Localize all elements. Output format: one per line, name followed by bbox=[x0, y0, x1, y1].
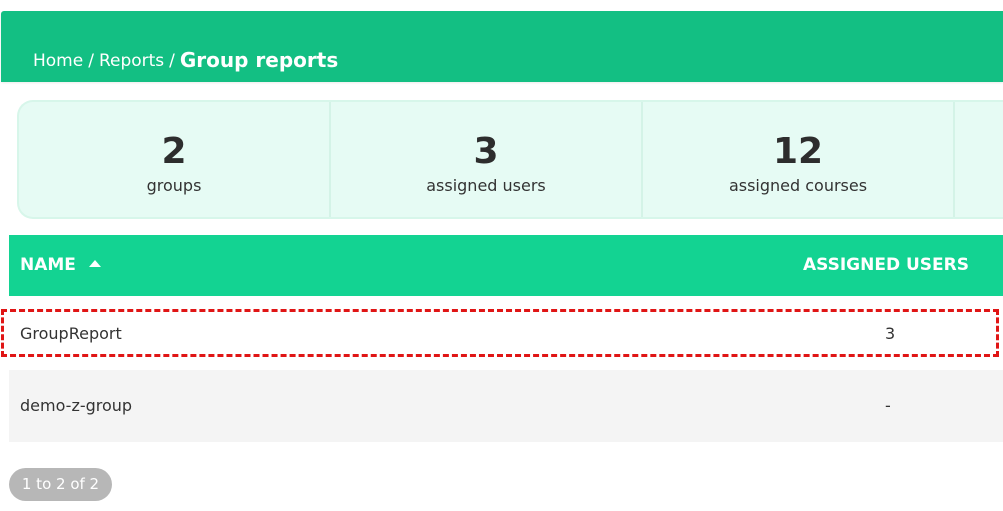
breadcrumb-reports-link[interactable]: Reports bbox=[99, 51, 164, 71]
table-header: NAME ASSIGNED USERS bbox=[9, 235, 1003, 296]
stat-assigned-users-label: assigned users bbox=[426, 176, 546, 195]
stat-assigned-users-value: 3 bbox=[473, 131, 499, 172]
caret-up-icon[interactable] bbox=[89, 260, 101, 267]
stat-assigned-users: 3 assigned users bbox=[331, 102, 643, 217]
stat-partial bbox=[955, 102, 1003, 217]
stat-assigned-courses-value: 12 bbox=[772, 131, 824, 172]
assigned-users-cell: - bbox=[885, 396, 891, 415]
table-row[interactable]: demo-z-group - bbox=[9, 370, 1003, 442]
column-header-assigned-users[interactable]: ASSIGNED USERS bbox=[803, 255, 969, 275]
group-name-cell[interactable]: GroupReport bbox=[20, 324, 122, 344]
stats-summary: 2 groups 3 assigned users 12 assigned co… bbox=[17, 100, 1003, 219]
stat-assigned-courses: 12 assigned courses bbox=[643, 102, 955, 217]
pagination-summary: 1 to 2 of 2 bbox=[9, 468, 112, 501]
breadcrumb-separator: / bbox=[88, 51, 94, 71]
stat-groups: 2 groups bbox=[19, 102, 331, 217]
page-header: Home / Reports / Group reports bbox=[1, 11, 1003, 82]
group-name-cell[interactable]: demo-z-group bbox=[20, 396, 132, 416]
assigned-users-cell: 3 bbox=[885, 324, 896, 343]
breadcrumb: Home / Reports / Group reports bbox=[33, 47, 339, 72]
stat-groups-label: groups bbox=[146, 176, 202, 195]
page-title: Group reports bbox=[179, 48, 339, 72]
table-row[interactable]: GroupReport 3 bbox=[9, 298, 1003, 370]
breadcrumb-home-link[interactable]: Home bbox=[33, 51, 83, 71]
column-header-name[interactable]: NAME bbox=[20, 255, 76, 275]
stat-groups-value: 2 bbox=[161, 131, 187, 172]
breadcrumb-separator: / bbox=[169, 51, 175, 71]
group-reports-page: Home / Reports / Group reports 2 groups 3 as… bbox=[0, 0, 1003, 511]
stat-assigned-courses-label: assigned courses bbox=[728, 176, 868, 195]
